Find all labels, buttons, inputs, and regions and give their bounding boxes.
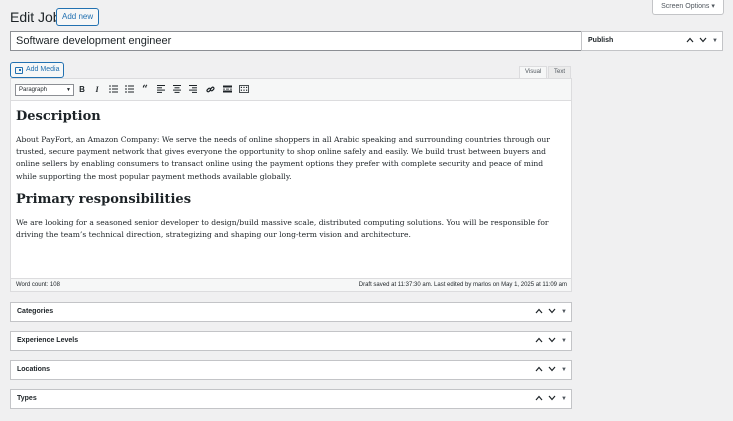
editor-toolbar: Paragraph ▼ B I “: [11, 79, 571, 101]
content-paragraph-responsibilities: We are looking for a seasoned senior dev…: [16, 217, 549, 240]
types-box-controls: ▼: [535, 390, 567, 408]
toggle-panel-icon[interactable]: ▼: [561, 367, 567, 373]
categories-box-title: Categories: [17, 308, 54, 315]
read-more-icon[interactable]: [222, 84, 232, 94]
word-count: Word count: 108: [16, 282, 60, 288]
publish-box: Publish ▼: [581, 31, 723, 51]
toolbar-toggle-icon[interactable]: [239, 84, 249, 94]
move-down-icon[interactable]: [699, 37, 707, 45]
experience-levels-box-controls: ▼: [535, 332, 567, 350]
chevron-down-icon: ▼: [66, 87, 71, 93]
format-select-value: Paragraph: [19, 87, 48, 93]
content-editor: Paragraph ▼ B I “ Description About PayF…: [10, 78, 572, 292]
page-title: Edit Job: [10, 9, 61, 25]
content-paragraph-about: About PayFort, an Amazon Company: We ser…: [16, 135, 550, 181]
content-heading-responsibilities: Primary responsibilities: [16, 191, 192, 207]
experience-levels-box[interactable]: Experience Levels ▼: [10, 331, 572, 351]
format-select[interactable]: Paragraph ▼: [15, 84, 74, 96]
align-left-icon[interactable]: [156, 84, 166, 94]
move-down-icon[interactable]: [548, 395, 556, 403]
editor-status-bar: Word count: 108 Draft saved at 11:37:30 …: [11, 278, 571, 291]
align-center-icon[interactable]: [172, 84, 182, 94]
move-down-icon[interactable]: [548, 366, 556, 374]
link-icon[interactable]: [205, 84, 215, 94]
toggle-panel-icon[interactable]: ▼: [561, 338, 567, 344]
add-media-button[interactable]: Add Media: [10, 62, 65, 78]
move-up-icon[interactable]: [535, 308, 543, 316]
categories-box[interactable]: Categories ▼: [10, 302, 572, 322]
types-box[interactable]: Types ▼: [10, 389, 572, 409]
blockquote-icon[interactable]: “: [140, 84, 150, 95]
align-right-icon[interactable]: [188, 84, 198, 94]
bulleted-list-icon[interactable]: [108, 84, 118, 94]
draft-status: Draft saved at 11:37:30 am. Last edited …: [358, 282, 567, 288]
move-down-icon[interactable]: [548, 308, 556, 316]
move-up-icon[interactable]: [535, 337, 543, 345]
media-icon: [15, 66, 23, 74]
locations-box[interactable]: Locations ▼: [10, 360, 572, 380]
editor-content[interactable]: Description About PayFort, an Amazon Com…: [16, 109, 556, 250]
move-up-icon[interactable]: [535, 366, 543, 374]
italic-icon[interactable]: I: [92, 84, 102, 94]
post-title-input[interactable]: [10, 31, 582, 51]
experience-levels-box-title: Experience Levels: [17, 337, 79, 344]
locations-box-title: Locations: [17, 366, 51, 373]
tab-text[interactable]: Text: [548, 66, 572, 78]
toggle-panel-icon[interactable]: ▼: [561, 309, 567, 315]
move-up-icon[interactable]: [686, 37, 694, 45]
add-media-label: Add Media: [26, 66, 60, 73]
publish-box-controls: ▼: [686, 32, 718, 50]
screen-options-button[interactable]: Screen Options ▾: [652, 0, 724, 15]
toggle-panel-icon[interactable]: ▼: [712, 38, 718, 44]
move-down-icon[interactable]: [548, 337, 556, 345]
tab-visual[interactable]: Visual: [519, 66, 548, 78]
add-new-button[interactable]: Add new: [56, 8, 100, 26]
types-box-title: Types: [17, 395, 37, 402]
bold-icon[interactable]: B: [77, 84, 87, 94]
move-up-icon[interactable]: [535, 395, 543, 403]
publish-box-title: Publish: [588, 37, 614, 44]
numbered-list-icon[interactable]: [124, 84, 134, 94]
categories-box-controls: ▼: [535, 303, 567, 321]
content-heading-description: Description: [16, 109, 101, 124]
toggle-panel-icon[interactable]: ▼: [561, 396, 567, 402]
locations-box-controls: ▼: [535, 361, 567, 379]
